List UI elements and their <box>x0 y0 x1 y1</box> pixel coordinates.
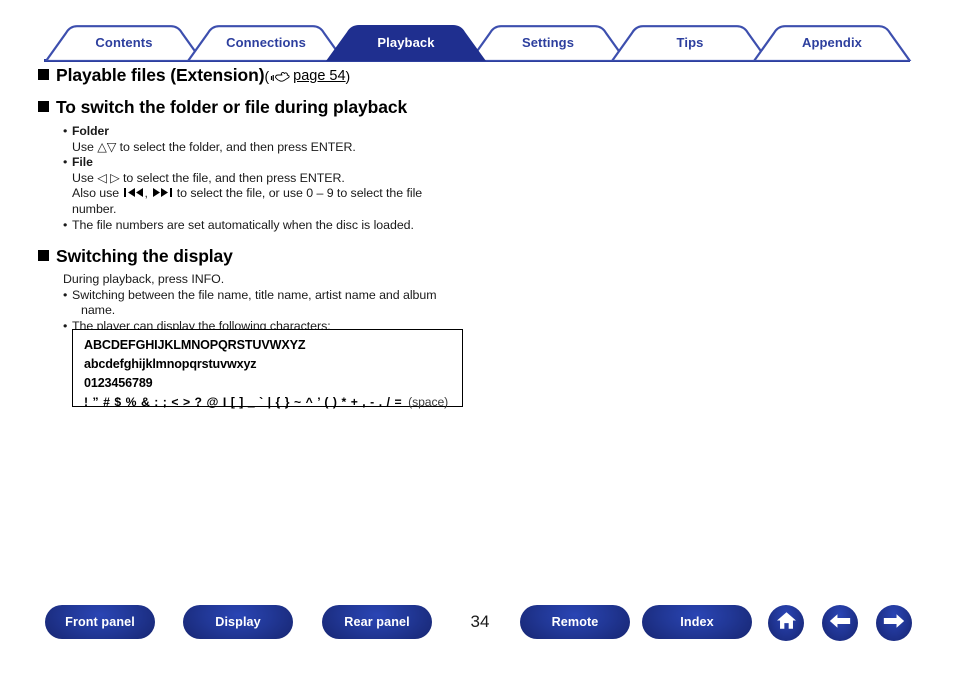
text-after-icons: to select the file, or use 0 – 9 to sele… <box>173 186 423 201</box>
charset-uppercase: ABCDEFGHIJKLMNOPQRSTUVWXYZ <box>84 338 306 352</box>
arrow-right-icon <box>883 613 905 634</box>
tab-label: Settings <box>521 35 575 50</box>
paren-open: ( <box>264 68 270 84</box>
tab-label: Tips <box>676 35 704 50</box>
switch-folder-body: • Folder Use △▽ to select the folder, an… <box>0 124 954 233</box>
bullet-dot: • <box>63 318 68 333</box>
square-bullet-icon <box>38 250 49 262</box>
forward-button[interactable] <box>876 605 912 641</box>
pointing-hand-icon <box>270 71 293 84</box>
tab-tips[interactable]: Tips <box>610 25 770 61</box>
charset-space-note: (space) <box>408 395 449 409</box>
home-button[interactable] <box>768 605 804 641</box>
list-item: • The file numbers are set automatically… <box>63 218 954 234</box>
list-item-label: Folder <box>72 124 109 138</box>
list-item-text-icons: Also use , to select the file, or use 0 … <box>72 186 954 202</box>
arrow-left-icon <box>829 613 851 634</box>
page-reference: ( page 54 ) <box>264 68 350 84</box>
list-item-text: number. <box>72 201 117 216</box>
list-item-text: Use △▽ to select the folder, and then pr… <box>72 139 356 154</box>
tab-bar: Contents Connections Playback Settings T… <box>0 0 954 62</box>
section-playable-files: Playable files (Extension) ( page 54 ) <box>38 65 954 86</box>
tab-playback[interactable]: Playback <box>326 25 486 61</box>
remote-button[interactable]: Remote <box>520 605 630 639</box>
bullet-dot: • <box>63 217 68 232</box>
switching-display-body: During playback, press INFO. • Switching… <box>0 272 954 334</box>
list-item-text: Switching between the file name, title n… <box>72 287 437 302</box>
button-label: Display <box>215 615 261 629</box>
tab-label: Connections <box>226 35 306 50</box>
charset-symbols-row: ! ” # $ % & : ; < > ? @ I [ ] _ ` | { } … <box>84 395 462 409</box>
list-item: • File <box>63 155 954 171</box>
square-bullet-icon <box>38 101 49 112</box>
tab-label: Playback <box>377 35 435 50</box>
front-panel-button[interactable]: Front panel <box>45 605 155 639</box>
square-bullet-icon <box>38 69 49 80</box>
tab-label: Contents <box>95 35 153 50</box>
section-switch-folder: To switch the folder or file during play… <box>38 97 954 118</box>
tab-connections[interactable]: Connections <box>186 25 346 61</box>
bullet-dot: • <box>63 155 68 170</box>
tab-contents[interactable]: Contents <box>44 25 204 61</box>
list-item: • Switching between the file name, title… <box>63 288 954 304</box>
bullet-dot: • <box>63 124 68 138</box>
button-label: Front panel <box>65 615 135 629</box>
text-between-icons: , <box>144 186 152 201</box>
charset-digits: 0123456789 <box>84 376 153 390</box>
charset-lowercase: abcdefghijklmnopqrstuvwxyz <box>84 357 257 371</box>
footer-navigation: Front panel Display Rear panel 34 Remote… <box>0 605 954 657</box>
section-heading: To switch the folder or file during play… <box>56 97 408 117</box>
section-switching-display: Switching the display <box>38 246 954 267</box>
button-label: Index <box>680 615 714 629</box>
tab-label: Appendix <box>801 35 863 50</box>
skip-backward-icon <box>123 187 144 203</box>
page-content: Playable files (Extension) ( page 54 ) T… <box>0 62 954 335</box>
bullet-dot: • <box>63 287 68 302</box>
list-item: • Folder <box>63 124 954 140</box>
list-item-text: The file numbers are set automatically w… <box>72 217 414 232</box>
index-button[interactable]: Index <box>642 605 752 639</box>
section-heading: Switching the display <box>56 246 233 267</box>
list-item-text: Use ◁ ▷ to select the file, and then pre… <box>72 170 345 185</box>
character-set-box: ABCDEFGHIJKLMNOPQRSTUVWXYZ abcdefghijklm… <box>72 329 463 409</box>
section-heading: Playable files (Extension) <box>56 65 265 85</box>
page-link[interactable]: page 54 <box>293 68 345 84</box>
list-item-label: File <box>72 155 93 170</box>
paren-close: ) <box>345 68 351 84</box>
page-number: 34 <box>470 612 490 631</box>
intro-text: During playback, press INFO. <box>63 272 225 287</box>
text-before-icons: Also use <box>72 186 123 201</box>
list-item-text-continued: name. <box>81 303 116 318</box>
tab-settings[interactable]: Settings <box>468 25 628 61</box>
display-button[interactable]: Display <box>183 605 293 639</box>
button-label: Remote <box>551 615 599 629</box>
skip-forward-icon <box>152 187 173 203</box>
button-label: Rear panel <box>344 615 410 629</box>
tab-appendix[interactable]: Appendix <box>752 25 912 61</box>
charset-symbols: ! ” # $ % & : ; < > ? @ I [ ] _ ` | { } … <box>84 395 403 409</box>
rear-panel-button[interactable]: Rear panel <box>322 605 432 639</box>
home-icon <box>776 611 797 635</box>
back-button[interactable] <box>822 605 858 641</box>
